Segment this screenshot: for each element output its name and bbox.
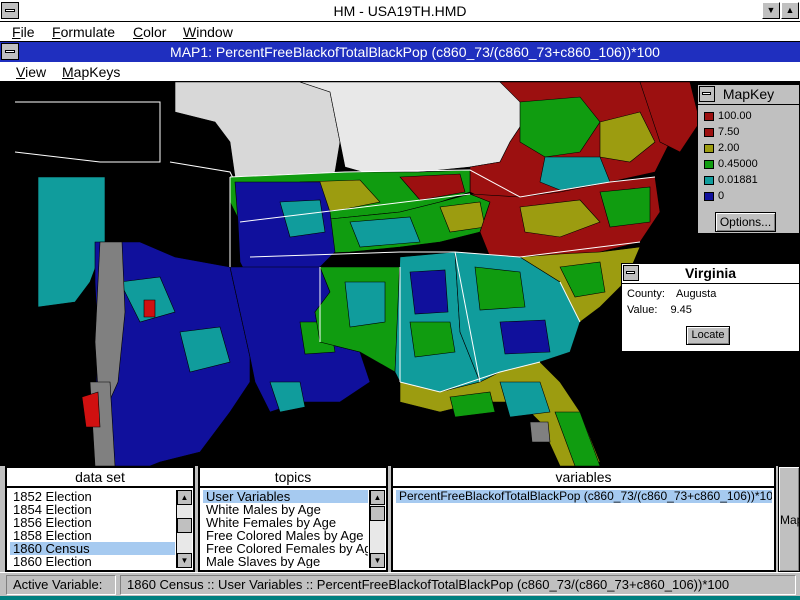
legend-swatch: [704, 128, 714, 137]
county-info-menu-icon[interactable]: [623, 265, 639, 281]
scroll-up-icon[interactable]: ▲: [177, 490, 192, 505]
map-menubar: View MapKeys: [0, 62, 800, 82]
maximize-icon[interactable]: ▲: [781, 2, 799, 19]
desktop-strip: [0, 596, 800, 600]
scroll-thumb[interactable]: [177, 518, 192, 533]
list-item-selected[interactable]: PercentFreeBlackofTotalBlackPop (c860_73…: [396, 490, 772, 503]
menu-formulate[interactable]: Formulate: [52, 24, 115, 40]
mapkey-title: MapKey: [722, 86, 775, 102]
value-value: 9.45: [670, 304, 692, 316]
mapkey-title-bar: MapKey: [698, 85, 799, 105]
legend-label: 0.45000: [718, 158, 758, 170]
legend-swatch: [704, 112, 714, 121]
county-row: County: Augusta: [627, 288, 716, 300]
variables-panel: variables PercentFreeBlackofTotalBlackPo…: [391, 466, 776, 572]
legend-label: 0: [718, 190, 725, 202]
dataset-scrollbar[interactable]: ▲ ▼: [176, 490, 192, 568]
menu-file[interactable]: File: [12, 24, 35, 40]
map-system-menu-icon[interactable]: [1, 43, 19, 60]
legend-swatch: [704, 160, 714, 169]
menu-window[interactable]: Window: [183, 24, 233, 40]
topics-panel: topics User Variables White Males by Age…: [198, 466, 388, 572]
dataset-list: 1852 Election 1854 Election 1856 Electio…: [10, 490, 175, 568]
dataset-panel: data set 1852 Election 1854 Election 185…: [5, 466, 195, 572]
scroll-down-icon[interactable]: ▼: [370, 553, 385, 568]
county-value: Augusta: [675, 288, 717, 300]
scroll-down-icon[interactable]: ▼: [177, 553, 192, 568]
app-menubar: File Formulate Color Window: [0, 22, 800, 42]
variables-header: variables: [393, 468, 774, 488]
mapkey-menu-icon[interactable]: [699, 86, 715, 102]
active-variable-value: 1860 Census :: User Variables :: Percent…: [120, 575, 796, 595]
scroll-up-icon[interactable]: ▲: [370, 490, 385, 505]
dataset-header: data set: [7, 468, 193, 488]
legend-label: 7.50: [718, 126, 740, 138]
app-title-bar: HM - USA19TH.HMD ▼ ▲: [0, 0, 800, 22]
list-item[interactable]: 1860 Election: [10, 555, 175, 568]
topics-header: topics: [200, 468, 386, 488]
menu-mapkeys[interactable]: MapKeys: [62, 64, 120, 80]
active-variable-label: Active Variable:: [6, 575, 116, 595]
locate-button[interactable]: Locate: [686, 326, 730, 345]
legend-label: 100.00: [718, 110, 752, 122]
topics-scrollbar[interactable]: ▲ ▼: [369, 490, 385, 568]
scroll-thumb[interactable]: [370, 506, 385, 521]
legend-swatch: [704, 192, 714, 201]
map-button[interactable]: Map: [778, 466, 800, 572]
legend-label: 0.01881: [718, 174, 758, 186]
app-title: HM - USA19TH.HMD: [333, 3, 467, 19]
minimize-icon[interactable]: ▼: [762, 2, 780, 19]
county-info-title-bar: Virginia: [622, 264, 799, 284]
county-info-panel: Virginia County: Augusta Value: 9.45 Loc…: [621, 263, 800, 352]
status-bar: Active Variable: 1860 Census :: User Var…: [0, 572, 800, 596]
mapkey-panel: MapKey 100.00 7.50 2.00 0.45000 0.01881 …: [697, 84, 800, 234]
map-window-title: MAP1: PercentFreeBlackofTotalBlackPop (c…: [170, 44, 660, 60]
topics-list: User Variables White Males by Age White …: [203, 490, 368, 568]
county-label: County:: [627, 288, 665, 300]
legend-label: 2.00: [718, 142, 740, 154]
mapkey-options-button[interactable]: Options...: [715, 212, 776, 232]
map-window: MAP1: PercentFreeBlackofTotalBlackPop (c…: [0, 42, 800, 466]
map-window-title-bar: MAP1: PercentFreeBlackofTotalBlackPop (c…: [0, 42, 800, 62]
county-info-title: Virginia: [684, 265, 737, 281]
variables-list: PercentFreeBlackofTotalBlackPop (c860_73…: [396, 490, 772, 568]
value-label: Value:: [627, 304, 658, 316]
legend-swatch: [704, 144, 714, 153]
menu-view[interactable]: View: [16, 64, 46, 80]
legend-swatch: [704, 176, 714, 185]
list-item[interactable]: Male Slaves by Age: [203, 555, 368, 568]
menu-color[interactable]: Color: [133, 24, 166, 40]
value-row: Value: 9.45: [627, 304, 692, 316]
